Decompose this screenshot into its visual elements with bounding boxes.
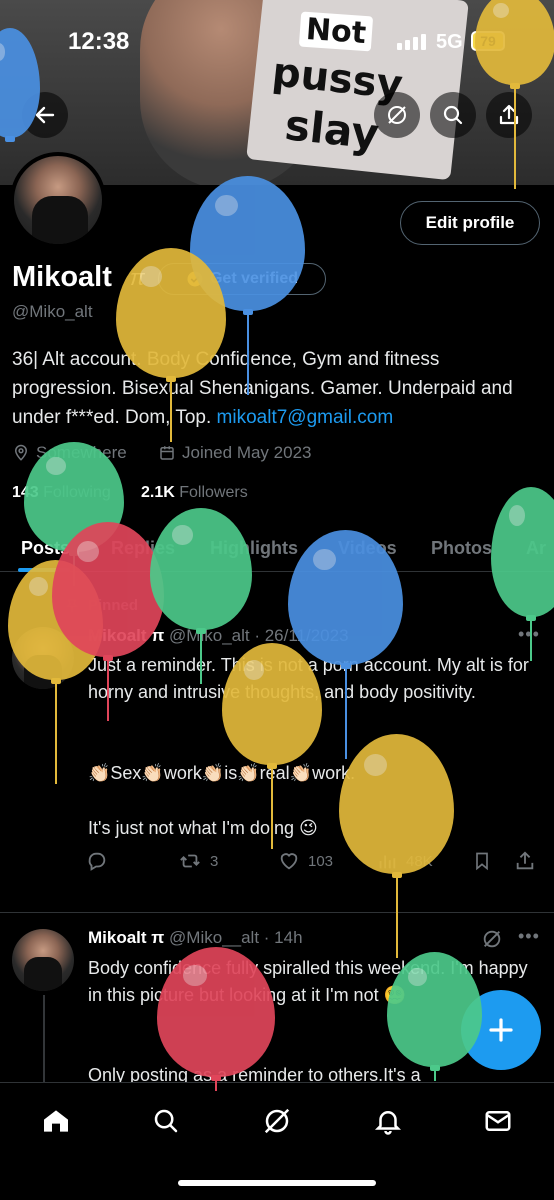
post-header: Mikoalt π @Miko_alt · 26/11/2023: [88, 626, 349, 646]
post-text: It's just not what I'm doing 😉: [88, 818, 318, 838]
location-text: Somewhere: [36, 443, 127, 462]
followers-count: 2.1K: [141, 484, 175, 501]
profile-name-symbol: π: [130, 265, 145, 290]
following-link[interactable]: 143 Following: [12, 484, 111, 502]
get-verified-button[interactable]: Get verified: [158, 263, 326, 295]
tab-articles[interactable]: Ar: [526, 538, 546, 559]
bookmark-icon: [476, 852, 488, 871]
profile-joined: Joined May 2023: [158, 443, 311, 463]
compose-icon: [489, 1018, 513, 1042]
location-icon: [14, 444, 28, 461]
home-icon: [44, 1110, 68, 1132]
nav-search[interactable]: [146, 1101, 186, 1141]
repost-button[interactable]: 3: [178, 850, 218, 872]
compose-button[interactable]: [461, 990, 541, 1070]
notifications-icon: [374, 1111, 402, 1135]
bookmark-button[interactable]: [472, 850, 492, 872]
tab-photos[interactable]: Photos: [431, 538, 492, 559]
post-avatar[interactable]: [12, 929, 74, 991]
tab-replies[interactable]: Replies: [111, 538, 175, 559]
reply-button[interactable]: [86, 850, 108, 872]
search-button[interactable]: [430, 92, 476, 138]
thread-line: [43, 995, 45, 1085]
post-text: Just a reminder. This is not a porn acco…: [88, 655, 529, 702]
verified-badge-icon: [187, 271, 203, 287]
grok-icon: [388, 106, 406, 124]
back-button[interactable]: [22, 92, 68, 138]
grok-icon[interactable]: [481, 928, 503, 950]
nav-notifications[interactable]: [368, 1101, 408, 1141]
battery-icon: 79: [471, 31, 505, 51]
views-count: 48K: [406, 852, 433, 870]
nav-grok[interactable]: [257, 1101, 297, 1141]
share-button[interactable]: [486, 92, 532, 138]
share-icon: [516, 851, 534, 870]
reply-icon: [88, 852, 106, 871]
like-count: 103: [308, 852, 334, 870]
active-tab-indicator: [18, 568, 70, 572]
back-arrow-icon: [35, 106, 55, 124]
repost-icon: [180, 854, 200, 868]
bio-email-link[interactable]: mikoalt7@gmail.com: [217, 407, 394, 428]
pinned-label: Pinned: [88, 597, 139, 614]
more-icon[interactable]: •••: [518, 926, 540, 947]
post-handle-time: @Miko_alt · 26/11/2023: [169, 626, 349, 645]
like-button[interactable]: 103: [278, 850, 333, 872]
network-type: 5G: [436, 31, 463, 53]
pin-icon: [65, 599, 79, 612]
tab-videos[interactable]: Videos: [338, 538, 397, 559]
profile-name: Mikoalt: [12, 261, 112, 293]
more-icon[interactable]: •••: [518, 624, 540, 645]
post-text: 👏🏻Sex👏🏻work👏🏻is👏🏻real👏🏻work.: [88, 763, 356, 783]
joined-text: Joined May 2023: [182, 443, 312, 462]
battery-level: 79: [480, 33, 496, 49]
nav-home[interactable]: [36, 1101, 76, 1141]
profile-location: Somewhere: [12, 443, 127, 463]
post-actions: 3 103 48K: [86, 850, 546, 878]
views-button[interactable]: 48K: [376, 850, 433, 872]
search-icon: [154, 1109, 178, 1133]
post-divider: [0, 912, 554, 913]
calendar-icon: [160, 446, 174, 460]
post-author[interactable]: Mikoalt π: [88, 928, 164, 947]
get-verified-label: Get verified: [209, 270, 299, 287]
home-indicator: [178, 1180, 376, 1186]
grok-icon: [264, 1108, 290, 1134]
tab-highlights[interactable]: Highlights: [210, 538, 298, 559]
like-icon: [280, 853, 298, 870]
messages-icon: [485, 1111, 511, 1131]
followers-link[interactable]: 2.1K Followers: [141, 484, 248, 502]
post-handle-time: @Miko__alt · 14h: [169, 928, 303, 947]
following-label: Following: [43, 484, 111, 501]
status-time: 12:38: [68, 28, 130, 55]
signal-icon: [397, 34, 426, 50]
following-count: 143: [12, 484, 39, 501]
post-avatar[interactable]: [12, 627, 74, 689]
share-post-button[interactable]: [514, 850, 536, 872]
profile-avatar[interactable]: [10, 152, 106, 248]
views-icon: [379, 855, 396, 869]
grok-button[interactable]: [374, 92, 420, 138]
profile-handle: @Miko_alt: [12, 302, 93, 321]
profile-bio: 36| Alt account. Body Confidence, Gym an…: [12, 345, 532, 432]
edit-profile-button[interactable]: Edit profile: [400, 201, 540, 245]
post-header: Mikoalt π @Miko__alt · 14h: [88, 928, 303, 948]
share-icon: [499, 104, 519, 125]
banner-sign-text: slay: [282, 100, 382, 159]
search-icon: [443, 105, 463, 125]
repost-count: 3: [210, 852, 219, 870]
followers-label: Followers: [179, 484, 248, 501]
nav-messages[interactable]: [478, 1101, 518, 1141]
post-author[interactable]: Mikoalt π: [88, 626, 164, 645]
status-bar: 12:38 5G 79: [0, 0, 554, 80]
tab-posts[interactable]: Posts: [21, 538, 70, 559]
profile-tabs: Posts Replies Highlights Videos Photos A…: [0, 530, 554, 572]
